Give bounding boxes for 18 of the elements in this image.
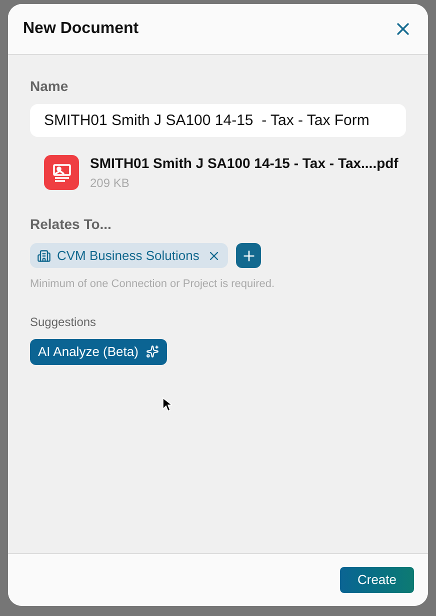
image-file-icon [44, 155, 79, 190]
add-button[interactable] [236, 243, 262, 268]
create-button[interactable]: Create [340, 567, 414, 593]
section-label: Suggestions [30, 314, 98, 330]
file-name: SMITH01 Smith J SA100 14-15 - Tax - Tax....pdf [90, 154, 398, 173]
file-size: 209 KB [90, 175, 130, 192]
dialog-title: New Document [23, 19, 139, 39]
ai-analyze-button[interactable]: AI Analyze (Beta) [30, 338, 168, 364]
name-field[interactable]: SMITH01 Smith J SA100 14-15 - Tax - Tax Form [30, 104, 406, 137]
field-label: Name [30, 77, 70, 96]
building-icon [37, 248, 51, 262]
hint-text: Minimum of one Connection or Project is required. [30, 277, 276, 292]
cursor-icon [162, 397, 172, 412]
connection-chip[interactable]: CVM Business Solutions [30, 243, 228, 268]
plus-icon [240, 248, 257, 264]
sparkle-icon [146, 345, 160, 358]
chip-label: CVM Business Solutions [57, 246, 200, 265]
section-label: Relates To... [30, 215, 112, 234]
